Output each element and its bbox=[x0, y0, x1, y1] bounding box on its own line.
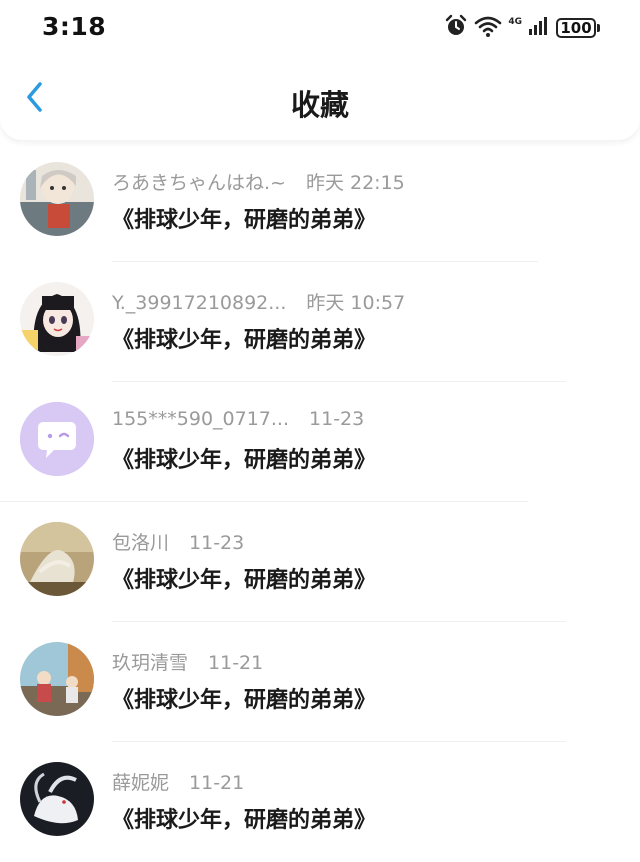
avatar[interactable] bbox=[20, 762, 94, 836]
art-avatar-2-icon bbox=[20, 642, 94, 716]
timestamp: 昨天 10:57 bbox=[306, 292, 406, 314]
avatar[interactable] bbox=[20, 162, 94, 236]
anime-avatar-2-icon bbox=[20, 282, 94, 356]
favorite-title[interactable]: 《排球少年，研磨的弟弟》 bbox=[112, 802, 376, 834]
item-meta: Y._39917210892... 昨天 10:57 bbox=[112, 288, 405, 315]
user-name[interactable]: 薛妮妮 bbox=[112, 768, 169, 795]
art-avatar-1-icon bbox=[20, 522, 94, 596]
art-avatar-3-icon bbox=[20, 762, 94, 836]
user-name[interactable]: 玖玥清雪 bbox=[112, 648, 188, 675]
item-meta: 155***590_0717... 11-23 bbox=[112, 408, 364, 430]
network-type-label: 4G bbox=[508, 17, 522, 27]
list-item[interactable]: 薛妮妮 11-21 《排球少年，研磨的弟弟》 bbox=[0, 742, 640, 862]
favorite-title[interactable]: 《排球少年，研磨的弟弟》 bbox=[112, 322, 376, 354]
list-item[interactable]: 155***590_0717... 11-23 《排球少年，研磨的弟弟》 bbox=[0, 382, 640, 502]
list-item[interactable]: Y._39917210892... 昨天 10:57 《排球少年，研磨的弟弟》 bbox=[0, 262, 640, 382]
avatar[interactable] bbox=[20, 642, 94, 716]
header: 收藏 bbox=[0, 52, 640, 140]
battery-level: 100 bbox=[556, 18, 596, 38]
avatar[interactable] bbox=[20, 282, 94, 356]
signal-icon bbox=[528, 15, 550, 41]
item-meta: ろあきちゃんはね.~ 昨天 22:15 bbox=[112, 168, 405, 195]
timestamp: 11-23 bbox=[189, 532, 245, 554]
item-meta: 玖玥清雪 11-21 bbox=[112, 648, 263, 675]
user-name[interactable]: 包洛川 bbox=[112, 528, 169, 555]
favorite-title[interactable]: 《排球少年，研磨的弟弟》 bbox=[112, 682, 376, 714]
list-item[interactable]: 玖玥清雪 11-21 《排球少年，研磨的弟弟》 bbox=[0, 622, 640, 742]
item-meta: 薛妮妮 11-21 bbox=[112, 768, 244, 795]
favorite-title[interactable]: 《排球少年，研磨的弟弟》 bbox=[112, 562, 376, 594]
user-name[interactable]: Y._39917210892... bbox=[112, 292, 286, 314]
list-item[interactable]: ろあきちゃんはね.~ 昨天 22:15 《排球少年，研磨的弟弟》 bbox=[0, 142, 640, 262]
status-bar: 3:18 4G 100 bbox=[0, 0, 640, 56]
wifi-icon bbox=[474, 14, 502, 42]
timestamp: 11-21 bbox=[189, 772, 245, 794]
timestamp: 11-21 bbox=[208, 652, 264, 674]
favorites-list: ろあきちゃんはね.~ 昨天 22:15 《排球少年，研磨的弟弟》 Y._3991… bbox=[0, 142, 640, 862]
favorite-title[interactable]: 《排球少年，研磨的弟弟》 bbox=[112, 442, 376, 474]
user-name[interactable]: 155***590_0717... bbox=[112, 408, 289, 430]
page-title: 收藏 bbox=[290, 88, 349, 122]
battery-icon: 100 bbox=[556, 18, 600, 38]
favorite-title[interactable]: 《排球少年，研磨的弟弟》 bbox=[112, 202, 376, 234]
user-name[interactable]: ろあきちゃんはね.~ bbox=[112, 168, 286, 195]
anime-avatar-1-icon bbox=[20, 162, 94, 236]
status-icons: 4G 100 bbox=[444, 14, 600, 42]
avatar[interactable] bbox=[20, 402, 94, 476]
chat-bubble-icon bbox=[20, 402, 94, 476]
item-meta: 包洛川 11-23 bbox=[112, 528, 244, 555]
list-item[interactable]: 包洛川 11-23 《排球少年，研磨的弟弟》 bbox=[0, 502, 640, 622]
timestamp: 11-23 bbox=[309, 408, 365, 430]
alarm-icon bbox=[444, 14, 468, 42]
status-time: 3:18 bbox=[42, 12, 107, 41]
timestamp: 昨天 22:15 bbox=[305, 172, 405, 194]
avatar[interactable] bbox=[20, 522, 94, 596]
